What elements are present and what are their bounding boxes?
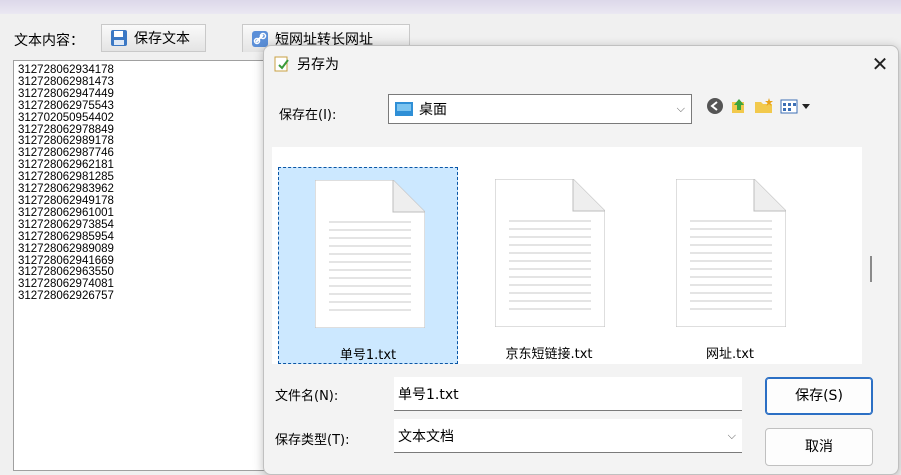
new-folder-icon[interactable] xyxy=(754,97,774,119)
filename-input[interactable]: 单号1.txt xyxy=(394,377,742,411)
save-in-dropdown[interactable]: 桌面 ⌵ xyxy=(388,94,692,124)
view-menu-icon[interactable] xyxy=(780,97,812,119)
desktop-icon xyxy=(395,102,413,116)
dialog-title: 另存为 xyxy=(297,57,339,73)
chevron-down-icon: ⌵ xyxy=(676,102,685,115)
file-list-pane: 单号1.txt 京东短链接.txt 网址.txt xyxy=(272,147,862,364)
chevron-down-icon: ⌵ xyxy=(727,428,736,442)
filetype-label: 保存类型(T): xyxy=(275,433,350,448)
file-item-3[interactable]: 网址.txt xyxy=(640,167,820,364)
window-top-strip xyxy=(0,0,901,14)
text-line: 312728062989089 xyxy=(18,242,114,255)
file-item-1[interactable]: 单号1.txt xyxy=(278,167,458,364)
text-file-icon xyxy=(315,180,425,328)
save-button[interactable]: 保存(S) xyxy=(765,377,873,415)
save-as-icon xyxy=(274,56,289,72)
up-folder-icon[interactable] xyxy=(730,97,748,119)
close-icon[interactable]: ✕ xyxy=(868,52,892,76)
file-name: 网址.txt xyxy=(705,347,755,362)
save-in-value: 桌面 xyxy=(419,102,447,118)
text-line: 312728062961001 xyxy=(18,206,114,219)
link-icon xyxy=(252,30,268,47)
save-in-label: 保存在(I): xyxy=(279,108,337,123)
file-name: 京东短链接.txt xyxy=(505,347,593,362)
cancel-button[interactable]: 取消 xyxy=(765,428,873,466)
text-line: 312702050954402 xyxy=(18,111,114,124)
filename-label: 文件名(N): xyxy=(275,389,339,404)
file-list-scrollbar[interactable] xyxy=(870,256,872,282)
back-icon[interactable] xyxy=(706,97,724,119)
text-line: 312728062926757 xyxy=(18,290,114,303)
file-item-2[interactable]: 京东短链接.txt xyxy=(459,167,639,364)
text-line: 312728062975543 xyxy=(18,99,114,112)
text-line: 312728062947449 xyxy=(18,87,114,100)
text-line: 312728062985954 xyxy=(18,230,114,243)
text-file-icon xyxy=(495,179,605,327)
filetype-dropdown[interactable]: 文本文档 ⌵ xyxy=(394,419,742,453)
dialog-title-bar: 另存为 xyxy=(273,54,339,74)
filename-value: 单号1.txt xyxy=(398,386,459,403)
content-label: 文本内容： xyxy=(14,33,84,49)
text-line: 312728062973854 xyxy=(18,218,114,231)
save-text-label: 保存文本 xyxy=(134,31,190,47)
navigation-toolbar xyxy=(706,97,812,119)
save-text-button[interactable]: 保存文本 xyxy=(101,24,206,52)
text-file-icon xyxy=(676,179,786,327)
file-name: 单号1.txt xyxy=(339,348,397,363)
filetype-value: 文本文档 xyxy=(398,428,454,445)
content-textarea[interactable]: 312728062934178 312728062981473 3127280629… xyxy=(13,60,269,471)
save-as-dialog: 另存为 ✕ 保存在(I): 桌面 ⌵ 单号1.txt 京东短链接.txt 网址.… xyxy=(263,45,899,475)
floppy-disk-icon xyxy=(111,30,127,46)
